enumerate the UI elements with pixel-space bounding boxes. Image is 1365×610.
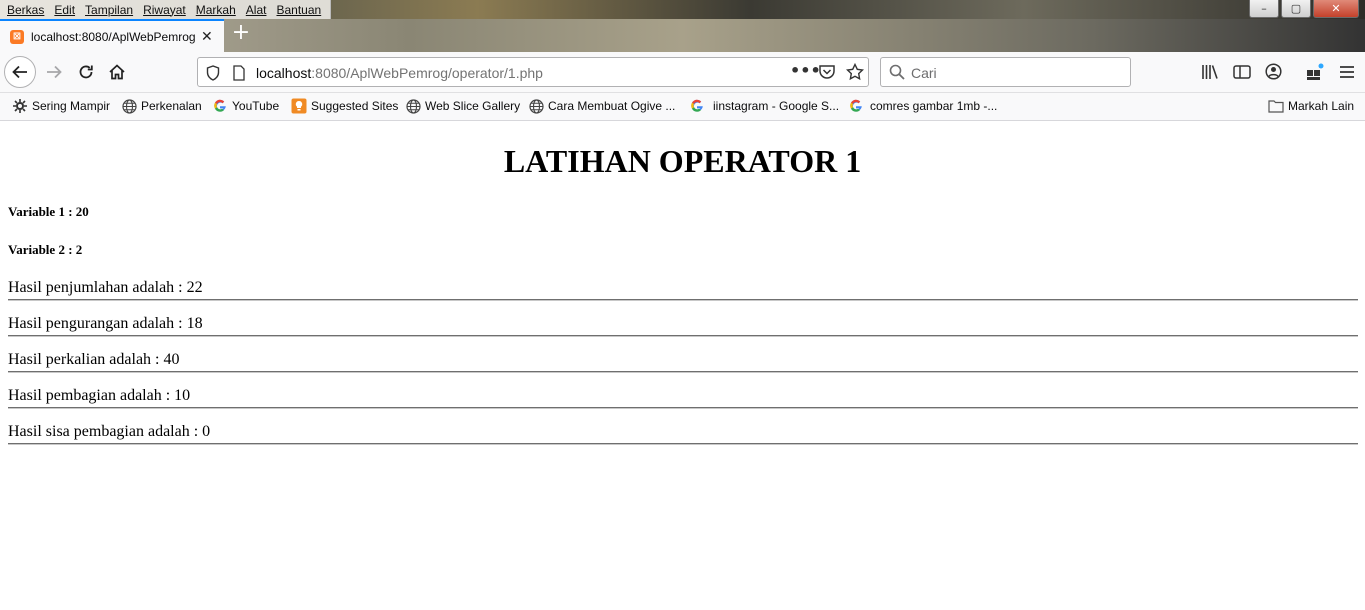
search-icon (889, 64, 905, 80)
page-info-icon[interactable] (232, 65, 246, 81)
page-content: LATIHAN OPERATOR 1 Variable 1 : 20 Varia… (0, 121, 1365, 610)
sidebar-icon[interactable] (1233, 64, 1251, 80)
tab-close-icon[interactable]: ✕ (201, 29, 213, 45)
bookmark-sering-mampir[interactable]: Sering Mampir (12, 97, 110, 115)
url-text[interactable]: localhost:8080/AplWebPemrog/operator/1.p… (256, 65, 543, 81)
close-window-button[interactable]: ✕ (1313, 0, 1359, 18)
home-button[interactable] (103, 58, 131, 86)
bookmark-label: Perkenalan (141, 99, 202, 113)
account-icon[interactable] (1265, 63, 1282, 80)
forward-button[interactable] (40, 58, 68, 86)
minimize-icon: – (1261, 2, 1267, 15)
navigation-toolbar: localhost:8080/AplWebPemrog/operator/1.p… (0, 52, 1365, 93)
globe-icon (405, 98, 421, 114)
tab-title: localhost:8080/AplWebPemrog (31, 29, 195, 44)
bookmark-cara-membuat-ogive[interactable]: Cara Membuat Ogive ... (528, 97, 675, 115)
arrow-right-icon (47, 65, 62, 79)
divider (8, 335, 1358, 337)
bookmark-web-slice-gallery[interactable]: Web Slice Gallery (405, 97, 520, 115)
menu-tampilan[interactable]: Tampilan (80, 3, 138, 17)
url-host: localhost (256, 65, 312, 81)
bookmark-youtube[interactable]: YouTube (212, 97, 279, 115)
window-titlebar: Berkas Edit Tampilan Riwayat Markah Alat… (0, 0, 1365, 20)
reload-icon (79, 65, 93, 79)
bookmark-suggested-sites[interactable]: Suggested Sites (291, 97, 398, 115)
menu-riwayat[interactable]: Riwayat (138, 3, 191, 17)
bookmark-label: comres gambar 1mb -... (870, 99, 998, 113)
divider (8, 407, 1358, 409)
maximize-button[interactable]: ▢ (1281, 0, 1311, 18)
extensions-icon[interactable] (1306, 63, 1324, 81)
new-tab-icon[interactable]: + (230, 22, 252, 45)
result-text: Hasil sisa pembagian adalah : 0 (8, 423, 211, 440)
library-icon[interactable] (1201, 64, 1219, 80)
url-bar[interactable]: localhost:8080/AplWebPemrog/operator/1.p… (197, 57, 869, 87)
bookmark-label: Web Slice Gallery (425, 99, 521, 113)
menu-markah[interactable]: Markah (191, 3, 241, 17)
page-actions-icon[interactable]: ••• (790, 61, 821, 80)
bookmark-perkenalan[interactable]: Perkenalan (121, 97, 202, 115)
window-controls: – ▢ ✕ (1249, 0, 1359, 18)
bookmark-comres-gambar[interactable]: comres gambar 1mb -... (848, 97, 997, 115)
other-bookmarks-folder[interactable]: Markah Lain (1268, 97, 1354, 115)
maximize-icon: ▢ (1290, 2, 1302, 15)
gear-icon (12, 98, 28, 114)
bookmarks-toolbar: Sering Mampir Perkenalan YouTube Suggest… (0, 93, 1365, 121)
search-placeholder: Cari (911, 65, 937, 81)
pocket-icon[interactable] (818, 64, 836, 80)
result-text: Hasil pengurangan adalah : 18 (8, 315, 203, 332)
close-icon: ✕ (1331, 2, 1341, 15)
result-pembagian: Hasil pembagian adalah : 10 (8, 387, 1358, 409)
divider (8, 299, 1358, 301)
result-perkalian: Hasil perkalian adalah : 40 (8, 351, 1358, 373)
tab-strip: ⊠ localhost:8080/AplWebPemrog ✕ + (0, 19, 1365, 52)
bookmark-iinstagram[interactable]: iinstagram - Google S... (689, 97, 839, 115)
result-sisa-pembagian: Hasil sisa pembagian adalah : 0 (8, 423, 1358, 445)
other-bookmarks-label: Markah Lain (1288, 99, 1355, 113)
google-icon (689, 98, 705, 114)
bookmark-label: YouTube (232, 99, 280, 113)
globe-icon (528, 98, 544, 114)
google-icon (848, 98, 864, 114)
back-button[interactable] (4, 56, 36, 88)
bookmark-label: Sering Mampir (32, 99, 111, 113)
bookmark-label: Cara Membuat Ogive ... (548, 99, 676, 113)
menu-bantuan[interactable]: Bantuan (271, 3, 326, 17)
variable-1: Variable 1 : 20 (8, 204, 89, 219)
menu-alat[interactable]: Alat (241, 3, 272, 17)
arrow-left-icon (12, 65, 27, 79)
result-text: Hasil penjumlahan adalah : 22 (8, 279, 203, 296)
bookmark-star-icon[interactable] (846, 63, 864, 81)
hamburger-menu-icon[interactable] (1339, 64, 1355, 80)
divider (8, 443, 1358, 445)
globe-icon (121, 98, 137, 114)
minimize-button[interactable]: – (1249, 0, 1279, 18)
url-path: :8080/AplWebPemrog/operator/1.php (311, 65, 543, 81)
tab-active[interactable]: ⊠ localhost:8080/AplWebPemrog ✕ (0, 19, 224, 52)
result-pengurangan: Hasil pengurangan adalah : 18 (8, 315, 1358, 337)
menu-bar: Berkas Edit Tampilan Riwayat Markah Alat… (0, 0, 332, 19)
menu-edit[interactable]: Edit (49, 3, 80, 17)
result-penjumlahan: Hasil penjumlahan adalah : 22 (8, 279, 1358, 301)
folder-icon (1268, 98, 1284, 114)
bookmark-label: Suggested Sites (311, 99, 399, 113)
google-icon (212, 98, 228, 114)
suggested-sites-icon (291, 98, 307, 114)
result-text: Hasil perkalian adalah : 40 (8, 351, 180, 368)
result-text: Hasil pembagian adalah : 10 (8, 387, 191, 404)
reload-button[interactable] (72, 58, 100, 86)
divider (8, 371, 1358, 373)
shield-icon[interactable] (206, 65, 220, 81)
search-bar[interactable]: Cari (880, 57, 1131, 87)
variable-2: Variable 2 : 2 (8, 242, 83, 257)
page-title: LATIHAN OPERATOR 1 (503, 143, 862, 179)
xampp-favicon-icon: ⊠ (10, 29, 24, 44)
bookmark-label: iinstagram - Google S... (713, 99, 840, 113)
home-icon (109, 64, 125, 80)
menu-berkas[interactable]: Berkas (2, 3, 49, 17)
